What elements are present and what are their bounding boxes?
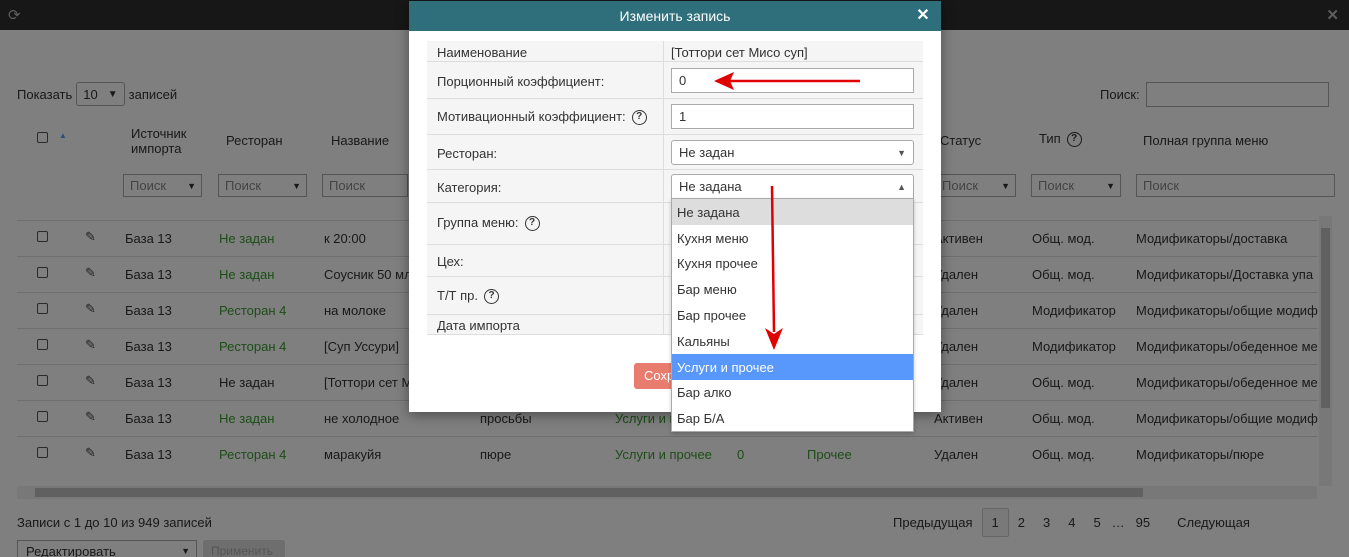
chevron-up-icon: ▲ — [897, 182, 906, 192]
divider — [663, 245, 664, 276]
category-option[interactable]: Бар алко — [672, 379, 913, 405]
category-label: Категория: — [437, 180, 502, 195]
portion-coefficient-input[interactable]: 0 — [671, 68, 914, 93]
restaurant-label: Ресторан: — [437, 146, 498, 161]
portion-label: Порционный коэффициент: — [437, 74, 605, 89]
category-option[interactable]: Бар Б/А — [672, 405, 913, 431]
category-option[interactable]: Кухня прочее — [672, 250, 913, 276]
dialog-title: Изменить запись — [619, 8, 731, 24]
category-option[interactable]: Бар прочее — [672, 302, 913, 328]
category-dropdown: Не задана Кухня меню Кухня прочее Бар ме… — [671, 198, 914, 432]
divider — [663, 203, 664, 244]
divider — [663, 277, 664, 314]
divider — [663, 41, 664, 61]
category-select[interactable]: Не задана ▲ — [671, 174, 914, 199]
divider — [663, 315, 664, 334]
category-option[interactable]: Не задана — [672, 199, 913, 225]
chevron-down-icon: ▼ — [897, 148, 906, 158]
motivation-label: Мотивационный коэффициент:? — [437, 109, 647, 126]
category-option[interactable]: Бар меню — [672, 276, 913, 302]
help-icon[interactable]: ? — [484, 289, 499, 305]
field-row-motivation: Мотивационный коэффициент:? 1 — [427, 99, 923, 135]
category-option[interactable]: Кальяны — [672, 328, 913, 354]
field-row-name: Наименование [Тоттори сет Мисо суп] — [427, 41, 923, 62]
field-row-restaurant: Ресторан: Не задан ▼ — [427, 135, 923, 170]
field-row-portion: Порционный коэффициент: 0 — [427, 62, 923, 99]
tt-label: Т/Т пр.? — [437, 288, 499, 305]
workshop-label: Цех: — [437, 254, 464, 269]
divider — [663, 99, 664, 134]
dialog-header: Изменить запись ✕ — [409, 1, 941, 31]
restaurant-select[interactable]: Не задан ▼ — [671, 140, 914, 165]
name-label: Наименование — [437, 45, 528, 60]
divider — [663, 170, 664, 202]
category-option[interactable]: Кухня меню — [672, 225, 913, 251]
divider — [663, 135, 664, 169]
menu-group-label: Группа меню:? — [437, 215, 540, 232]
name-value: [Тоттори сет Мисо суп] — [671, 45, 808, 60]
help-icon[interactable]: ? — [631, 110, 647, 126]
motivation-coefficient-input[interactable]: 1 — [671, 104, 914, 129]
close-icon[interactable]: ✕ — [915, 8, 931, 24]
divider — [663, 62, 664, 98]
import-date-label: Дата импорта — [437, 318, 520, 333]
category-option-highlighted[interactable]: Услуги и прочее — [672, 354, 913, 380]
help-icon[interactable]: ? — [524, 216, 540, 232]
